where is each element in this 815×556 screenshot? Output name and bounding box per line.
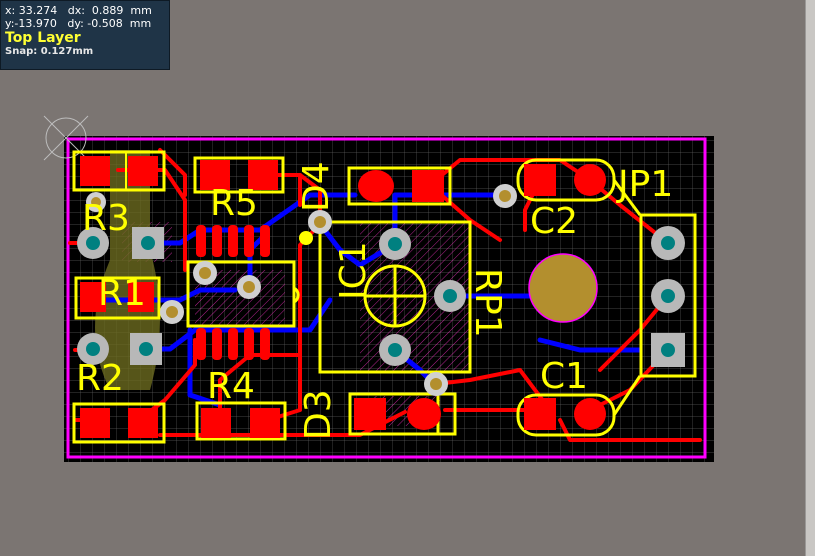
- designator-r4[interactable]: R4: [207, 366, 255, 407]
- designator-d4[interactable]: D4: [296, 161, 337, 212]
- designator-r1[interactable]: R1: [98, 273, 146, 314]
- dy-value: -0.508: [87, 17, 123, 30]
- designator-rp1[interactable]: RP1: [467, 268, 508, 338]
- designator-ic1[interactable]: IC1: [333, 241, 374, 300]
- snap-setting-label: Snap: 0.127mm: [5, 46, 94, 57]
- current-layer-label: Top Layer: [5, 30, 81, 46]
- designator-c1[interactable]: C1: [540, 356, 588, 397]
- pcb-canvas[interactable]: R3 R5 R1 R2 R4 C2 C1 JP1 D4 D3 IC1 RP1: [0, 0, 815, 556]
- designator-d3[interactable]: D3: [298, 389, 339, 440]
- designator-c2[interactable]: C2: [530, 201, 578, 242]
- x-coordinate-row: x: 33.274 dx: 0.889 mm: [5, 4, 152, 17]
- coordinate-readout-panel: x: 33.274 dx: 0.889 mm y:-13.970 dy: -0.…: [0, 0, 170, 70]
- designator-r5[interactable]: R5: [210, 183, 258, 224]
- vertical-scrollbar[interactable]: [805, 0, 815, 556]
- designator-jp1[interactable]: JP1: [616, 164, 673, 205]
- designator-r3[interactable]: R3: [82, 198, 130, 239]
- dx-value: 0.889: [91, 4, 124, 17]
- designator-r2[interactable]: R2: [76, 358, 124, 399]
- x-value: 33.274: [18, 4, 58, 17]
- mounting-hole[interactable]: [528, 253, 598, 323]
- y-coordinate-row: y:-13.970 dy: -0.508 mm: [5, 17, 152, 30]
- y-value: -13.970: [14, 17, 57, 30]
